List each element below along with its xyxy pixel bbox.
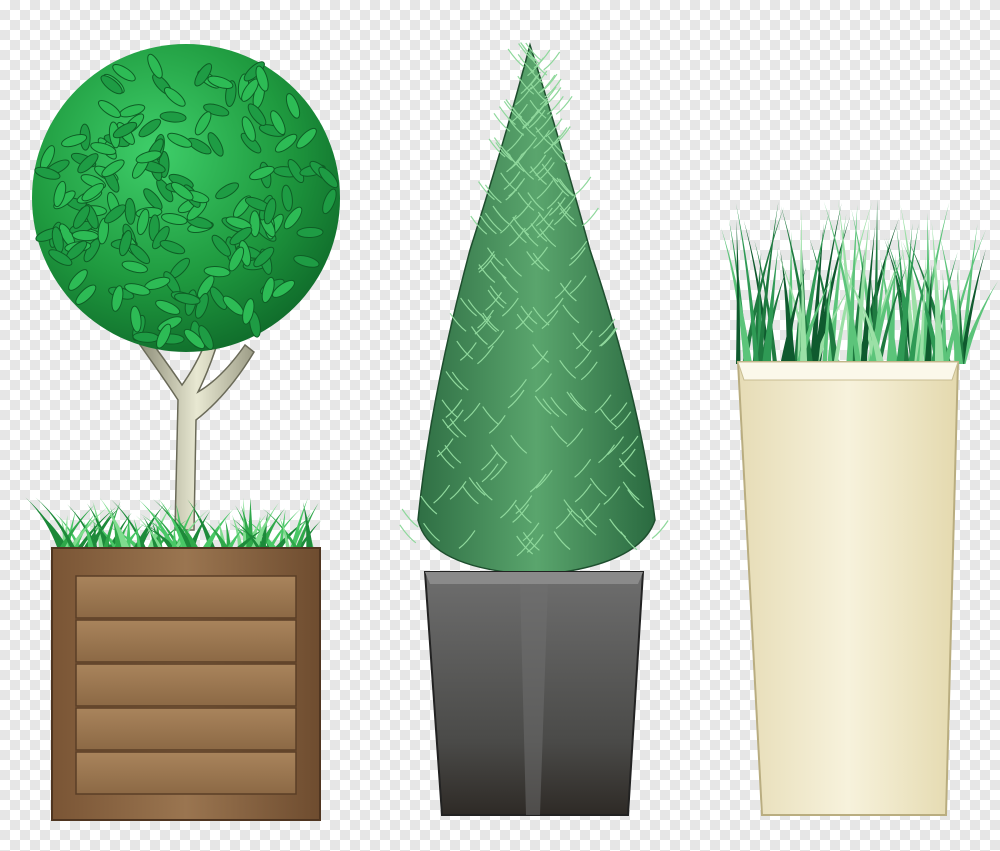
- needle: [582, 207, 599, 227]
- gray-square-pot: [423, 571, 645, 816]
- needle: [546, 95, 564, 115]
- illustration-canvas: [0, 0, 1000, 851]
- needle: [401, 508, 419, 528]
- cypress-foliage: [417, 42, 656, 576]
- plants-illustration: [25, 42, 999, 821]
- crate-grass: [25, 497, 322, 552]
- needle: [507, 48, 525, 68]
- grass-blade: [302, 502, 314, 552]
- ornamental-grass: [721, 199, 999, 364]
- needle: [544, 78, 562, 98]
- wooden-crate-planter: [51, 547, 321, 821]
- cypress-shrub: [399, 42, 669, 576]
- needle: [493, 112, 511, 132]
- tree-trunk: [138, 328, 255, 531]
- needle: [555, 95, 573, 115]
- topiary-tree: [32, 44, 340, 531]
- needle: [574, 176, 592, 196]
- cream-tall-planter: [736, 361, 960, 816]
- needle: [399, 524, 417, 544]
